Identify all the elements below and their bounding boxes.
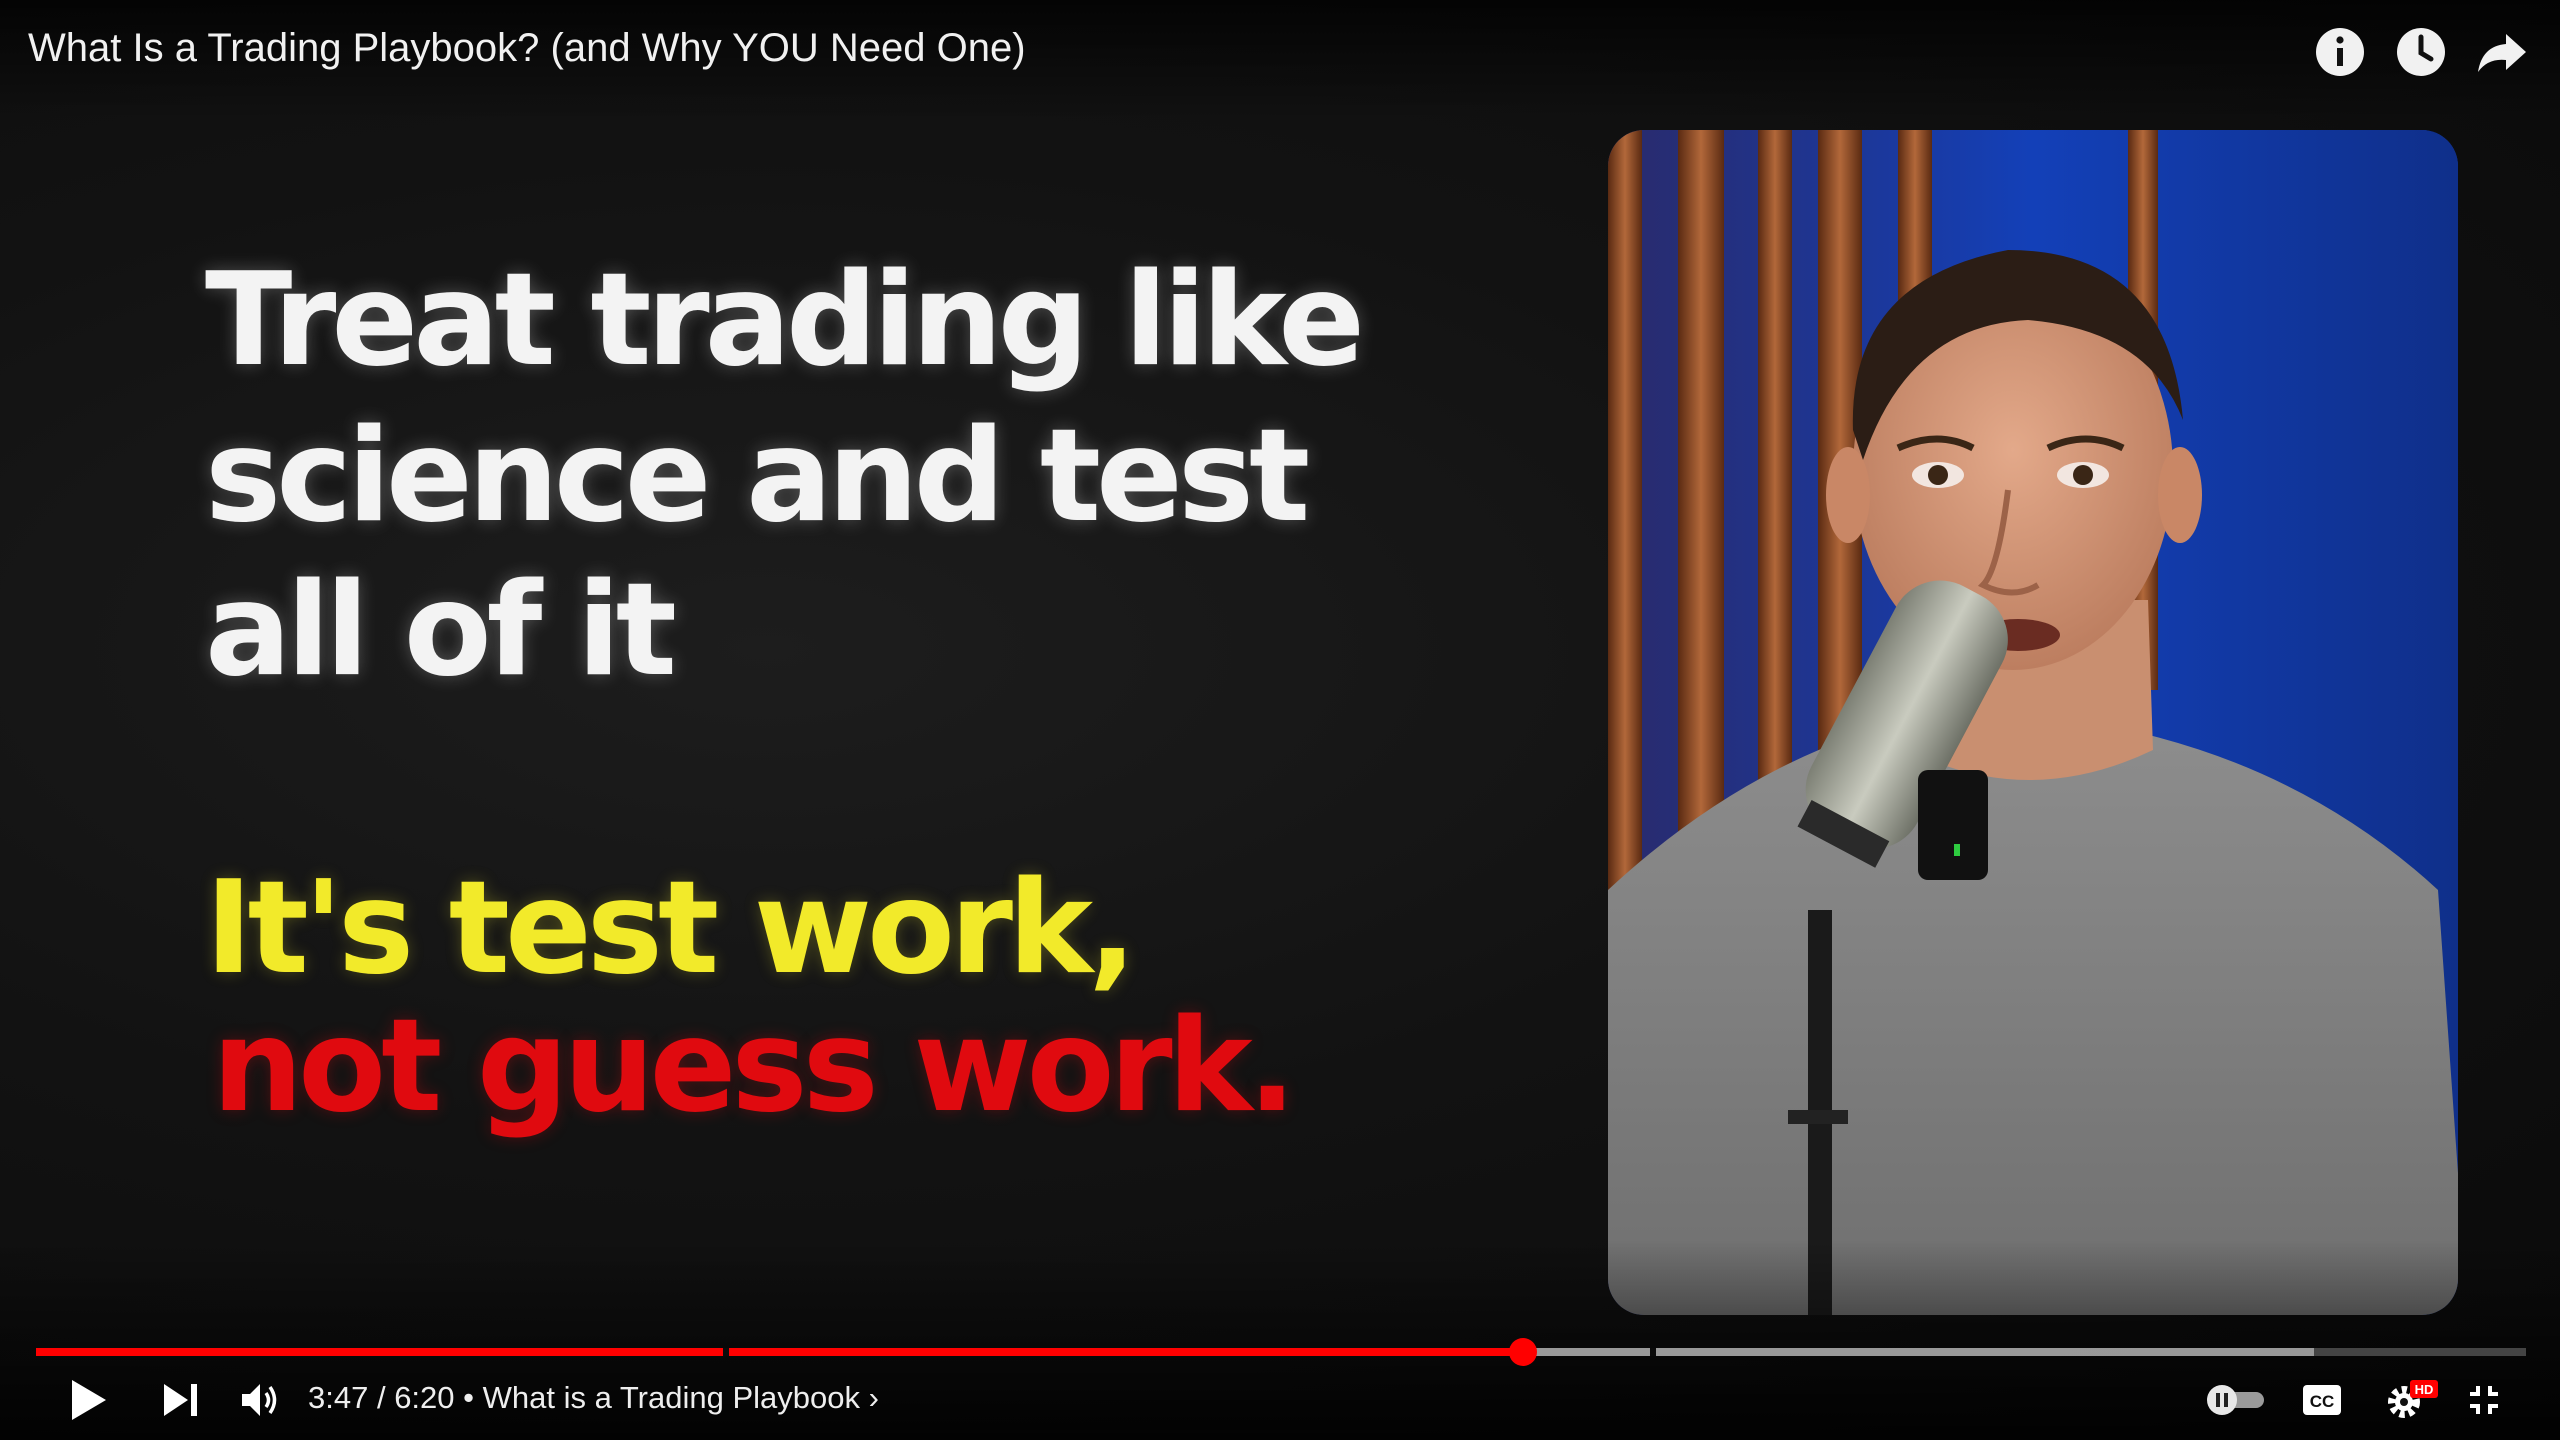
slide-text-line-3: all of it [205,556,677,705]
slide-text-line-1: Treat trading like [205,246,1365,395]
video-title[interactable]: What Is a Trading Playbook? (and Why YOU… [28,26,1026,71]
chapter-separator: • [454,1380,483,1415]
time-display: 3:47 / 6:20 • What is a Trading Playbook… [308,1380,879,1416]
share-icon[interactable] [2474,24,2530,80]
autoplay-toggle-icon[interactable] [2204,1382,2266,1418]
presenter-image [1608,130,2458,1315]
current-time: 3:47 [308,1380,369,1415]
volume-icon[interactable] [240,1380,280,1420]
captions-icon[interactable]: CC [2302,1384,2342,1416]
duration: 6:20 [394,1380,455,1415]
progress-played [36,1348,1523,1356]
play-icon[interactable] [68,1378,108,1422]
exit-fullscreen-icon[interactable] [2466,1382,2502,1418]
presenter-video [1608,130,2458,1315]
slide-highlight-red: not guess work. [212,992,1296,1141]
chapter-title-button[interactable]: What is a Trading Playbook › [483,1380,879,1415]
chapter-title: What is a Trading Playbook [482,1380,860,1415]
slide-text-line-2: science and test [205,402,1310,551]
slide-highlight-yellow: It's test work, [205,854,1137,1003]
scrubber-handle[interactable] [1508,1338,1537,1366]
progress-bar[interactable] [36,1338,2526,1366]
chevron-right-icon: › [868,1380,879,1415]
time-separator: / [368,1380,395,1415]
watch-later-icon[interactable] [2393,24,2449,80]
info-icon[interactable] [2312,24,2368,80]
captions-label: CC [2310,1392,2335,1411]
chapter-break [1649,1348,1656,1356]
title-bar: What Is a Trading Playbook? (and Why YOU… [0,0,2560,120]
video-player[interactable]: Treat trading like science and test all … [0,0,2560,1440]
chapter-break [723,1348,730,1356]
settings-icon[interactable]: HD [2384,1376,2440,1424]
next-icon[interactable] [162,1382,200,1418]
hd-badge: HD [2415,1382,2434,1397]
